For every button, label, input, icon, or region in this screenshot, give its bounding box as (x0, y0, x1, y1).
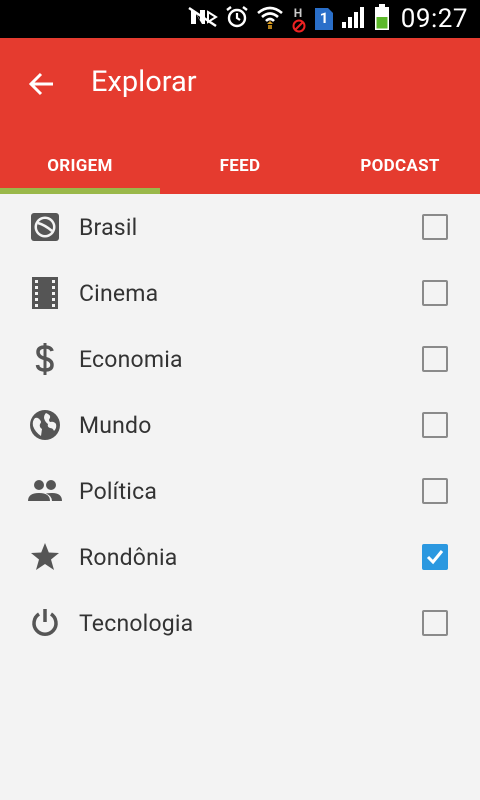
status-time: 09:27 (400, 4, 468, 34)
film-icon (28, 276, 62, 310)
checkbox-tecnologia[interactable] (422, 610, 448, 636)
checkbox-rondonia[interactable] (422, 544, 448, 570)
list-item-politica[interactable]: Política (0, 458, 480, 524)
page-title: Explorar (91, 65, 197, 99)
battery-icon (374, 3, 390, 35)
arrow-back-icon (29, 72, 53, 96)
list-item-cinema[interactable]: Cinema (0, 260, 480, 326)
checkbox-cinema[interactable] (422, 280, 448, 306)
checkbox-mundo[interactable] (422, 412, 448, 438)
sim-number: 1 (319, 9, 329, 27)
sim-icon: 1 (314, 7, 334, 31)
list-item-tecnologia[interactable]: Tecnologia (0, 590, 480, 656)
globe-icon (28, 408, 62, 442)
list-item-mundo[interactable]: Mundo (0, 392, 480, 458)
status-bar: H 1 09:27 (0, 0, 480, 38)
status-icons: H 1 09:27 (188, 0, 468, 38)
tab-podcast[interactable]: PODCAST (320, 138, 480, 194)
list-item-label: Cinema (79, 279, 159, 307)
list-item-label: Economia (79, 345, 183, 373)
list-item-label: Política (79, 477, 158, 505)
star-icon (28, 540, 62, 574)
category-list: Brasil Cinema Economia Mundo Política Ro… (0, 194, 480, 656)
back-button[interactable] (18, 60, 66, 108)
signal-icon (341, 5, 367, 33)
wifi-icon (256, 4, 284, 34)
alarm-icon (225, 5, 249, 33)
tab-feed[interactable]: FEED (160, 138, 320, 194)
tab-origem[interactable]: ORIGEM (0, 138, 160, 194)
list-item-label: Tecnologia (79, 609, 194, 637)
network-letter: H (293, 6, 303, 20)
dollar-icon (28, 342, 62, 376)
checkbox-economia[interactable] (422, 346, 448, 372)
mute-icon (188, 6, 218, 32)
list-item-rondonia[interactable]: Rondônia (0, 524, 480, 590)
list-item-brasil[interactable]: Brasil (0, 194, 480, 260)
checkbox-politica[interactable] (422, 478, 448, 504)
list-item-label: Brasil (79, 213, 138, 241)
power-icon (28, 606, 62, 640)
network-blocked-icon: H (291, 4, 307, 34)
list-item-label: Rondônia (79, 543, 178, 571)
ball-icon (28, 210, 62, 244)
list-item-label: Mundo (79, 411, 152, 439)
people-icon (28, 474, 62, 508)
app-bar: Explorar ORIGEM FEED PODCAST (0, 38, 480, 194)
list-item-economia[interactable]: Economia (0, 326, 480, 392)
tab-bar: ORIGEM FEED PODCAST (0, 138, 480, 194)
checkbox-brasil[interactable] (422, 214, 448, 240)
